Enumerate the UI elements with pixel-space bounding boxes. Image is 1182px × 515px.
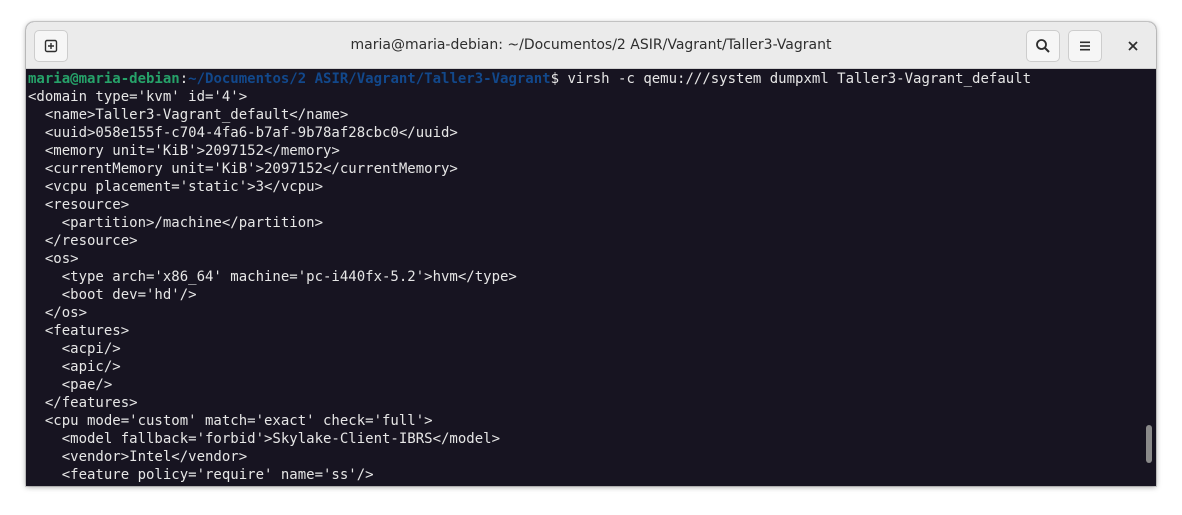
new-tab-icon xyxy=(44,39,58,53)
output-line: <vendor>Intel</vendor> xyxy=(28,449,248,465)
output-line: <apic/> xyxy=(28,359,121,375)
output-line: <resource> xyxy=(28,197,130,213)
output-line: </features> xyxy=(28,395,138,411)
prompt-path: ~/Documentos/2 ASIR/Vagrant/Taller3-Vagr… xyxy=(188,71,551,87)
terminal-output[interactable]: maria@maria-debian:~/Documentos/2 ASIR/V… xyxy=(26,69,1144,486)
prompt-symbol: $ xyxy=(550,71,560,87)
output-line: <vcpu placement='static'>3</vcpu> xyxy=(28,179,324,195)
output-line: <domain type='kvm' id='4'> xyxy=(28,89,248,105)
window-title: maria@maria-debian: ~/Documentos/2 ASIR/… xyxy=(350,37,832,53)
scrollbar[interactable] xyxy=(1144,69,1156,486)
output-line: <name>Taller3-Vagrant_default</name> xyxy=(28,107,349,123)
prompt-separator: : xyxy=(179,71,189,87)
prompt-user: maria@maria-debian xyxy=(28,71,180,87)
search-button[interactable] xyxy=(1026,30,1060,62)
output-line: <currentMemory unit='KiB'>2097152</curre… xyxy=(28,161,458,177)
output-line: <uuid>058e155f-c704-4fa6-b7af-9b78af28cb… xyxy=(28,125,458,141)
output-line: <type arch='x86_64' machine='pc-i440fx-5… xyxy=(28,269,517,285)
output-line: <acpi/> xyxy=(28,341,121,357)
output-line: <boot dev='hd'/> xyxy=(28,287,197,303)
close-button[interactable] xyxy=(1116,30,1150,62)
output-line: </resource> xyxy=(28,233,138,249)
output-line: <memory unit='KiB'>2097152</memory> xyxy=(28,143,340,159)
prompt-command: virsh -c qemu:///system dumpxml Taller3-… xyxy=(559,71,1032,87)
output-line: <pae/> xyxy=(28,377,113,393)
scrollbar-thumb[interactable] xyxy=(1146,425,1152,463)
menu-button[interactable] xyxy=(1068,30,1102,62)
output-line: </os> xyxy=(28,305,88,321)
new-tab-button[interactable] xyxy=(34,30,68,62)
hamburger-menu-icon xyxy=(1080,41,1090,51)
prompt-line: maria@maria-debian:~/Documentos/2 ASIR/V… xyxy=(28,70,1144,88)
title-bar: maria@maria-debian: ~/Documentos/2 ASIR/… xyxy=(26,22,1156,69)
output-line: <os> xyxy=(28,251,79,267)
output-line: <model fallback='forbid'>Skylake-Client-… xyxy=(28,431,501,447)
search-icon xyxy=(1036,39,1050,53)
output-line: <feature policy='require' name='ss'/> xyxy=(28,467,374,483)
output-line: <features> xyxy=(28,323,130,339)
output-line: <partition>/machine</partition> xyxy=(28,215,324,231)
close-icon xyxy=(1128,41,1138,51)
output-line: <cpu mode='custom' match='exact' check='… xyxy=(28,413,433,429)
terminal-window: maria@maria-debian: ~/Documentos/2 ASIR/… xyxy=(26,22,1156,486)
